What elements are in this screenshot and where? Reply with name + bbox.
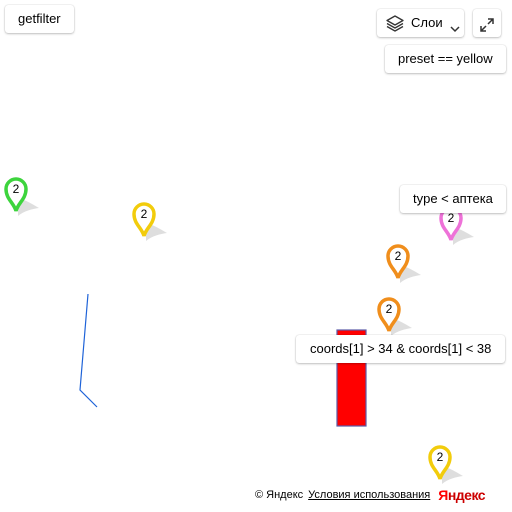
cluster-count: 2 — [385, 302, 393, 316]
terms-of-use-link[interactable]: Условия использования — [308, 489, 430, 501]
map-geoobjects-layer — [79, 293, 367, 427]
cluster-count: 2 — [394, 249, 402, 263]
layers-button[interactable]: Слои — [377, 9, 464, 37]
cluster-placemark-yellow[interactable]: 2 — [132, 201, 172, 245]
filter-preset-yellow-button[interactable]: preset == yellow — [385, 45, 506, 73]
map-container[interactable]: 2 2 2 2 2 2 getfilter Слои preset == yel… — [0, 0, 512, 512]
layers-icon — [385, 13, 405, 33]
cluster-placemark-orange[interactable]: 2 — [386, 243, 426, 287]
chevron-down-icon — [449, 17, 461, 33]
filter-coords-button[interactable]: coords[1] > 34 & coords[1] < 38 — [296, 335, 506, 363]
getfilter-button[interactable]: getfilter — [5, 5, 74, 33]
map-polyline[interactable] — [79, 293, 98, 408]
filter-type-button[interactable]: type < аптека — [400, 185, 506, 213]
cluster-count: 2 — [12, 182, 20, 196]
layers-label: Слои — [411, 15, 443, 30]
expand-icon — [479, 15, 495, 32]
cluster-placemark-orange[interactable]: 2 — [377, 296, 417, 340]
copyright-bar: © Яндекс Условия использования Яндекс — [255, 487, 486, 503]
copyright-text: © Яндекс — [255, 489, 304, 501]
fullscreen-button[interactable] — [473, 9, 501, 37]
cluster-placemark-yellow[interactable]: 2 — [428, 444, 468, 488]
cluster-count: 2 — [436, 450, 444, 464]
yandex-logo[interactable]: Яндекс — [438, 487, 485, 503]
cluster-placemark-green[interactable]: 2 — [4, 176, 44, 220]
cluster-count: 2 — [140, 207, 148, 221]
